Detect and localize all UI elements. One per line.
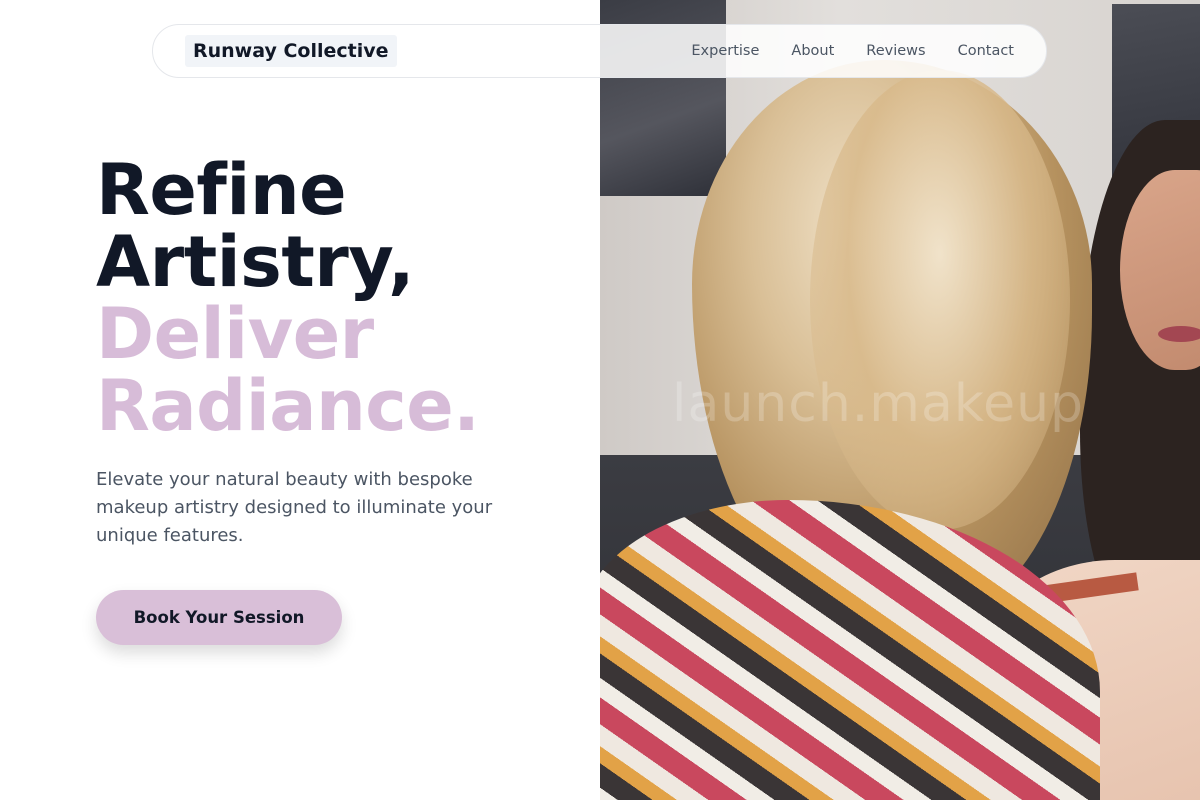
hero-title: Refine Artistry, Deliver Radiance.	[96, 149, 480, 447]
nav-links: Expertise About Reviews Contact	[691, 43, 1014, 59]
photo-watermark: launch.makeup	[672, 374, 1085, 434]
nav-link-reviews[interactable]: Reviews	[866, 43, 925, 59]
nav-link-contact[interactable]: Contact	[958, 43, 1014, 59]
hero-accent-line-2: Radiance.	[96, 365, 480, 447]
hero-title-line-1: Refine	[96, 149, 347, 231]
hero-subtitle: Elevate your natural beauty with bespoke…	[96, 469, 493, 546]
brand-logo[interactable]: Runway Collective	[185, 35, 397, 67]
nav-link-about[interactable]: About	[791, 43, 834, 59]
hero-accent-line-1: Deliver	[96, 293, 374, 375]
photo-client-lips	[1158, 326, 1200, 342]
photo-artist-hair-highlight	[810, 70, 1070, 530]
hero-title-line-2: Artistry,	[96, 221, 415, 303]
nav-link-expertise[interactable]: Expertise	[691, 43, 759, 59]
book-session-button[interactable]: Book Your Session	[96, 590, 342, 645]
hero-photo: launch.makeup	[600, 0, 1200, 800]
top-navigation: Runway Collective Expertise About Review…	[152, 24, 1047, 78]
